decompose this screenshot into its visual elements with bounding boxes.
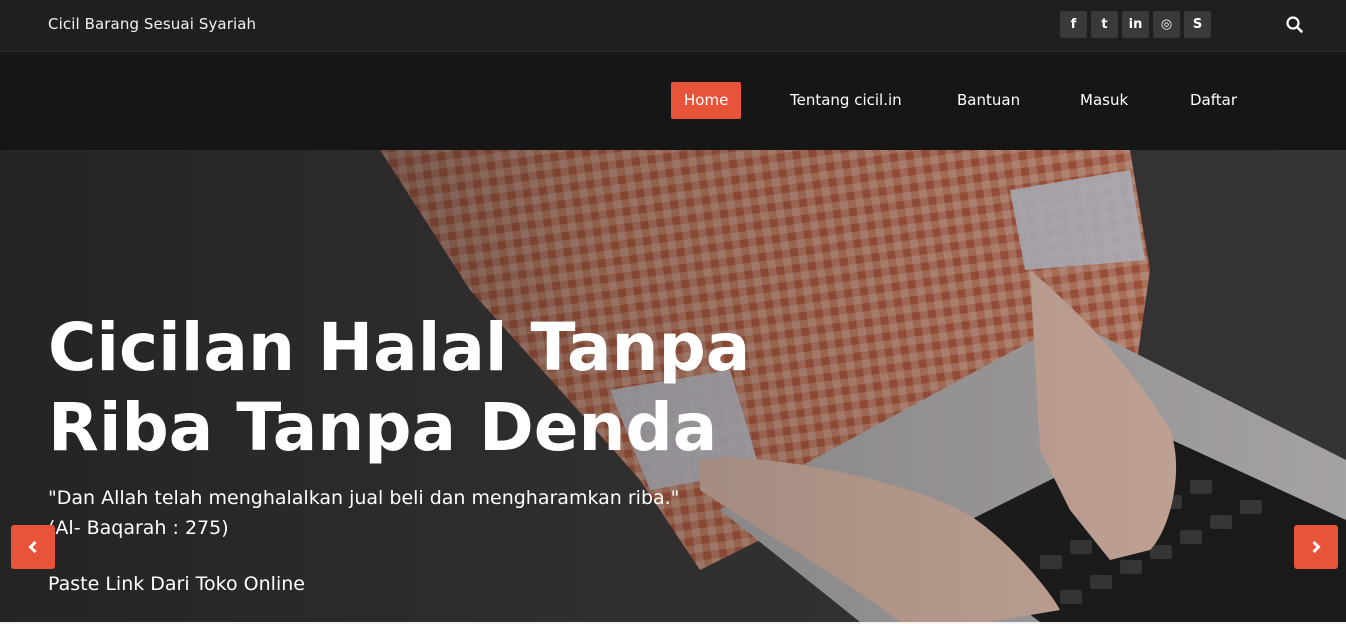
hero-quote: "Dan Allah telah menghalalkan jual beli … — [48, 483, 679, 543]
social-links: f t in ◎ S — [1060, 11, 1211, 38]
chevron-left-icon — [28, 540, 37, 554]
paste-link-label[interactable]: Paste Link Dari Toko Online — [48, 573, 305, 595]
nav-item-bantuan[interactable]: Bantuan — [957, 82, 1020, 119]
hero-quote-source: (Al- Baqarah : 275) — [48, 517, 229, 539]
hero-slider: Cicilan Halal Tanpa Riba Tanpa Denda "Da… — [0, 150, 1346, 622]
facebook-icon[interactable]: f — [1060, 11, 1087, 38]
slider-next-button[interactable] — [1294, 525, 1338, 569]
hero-title: Cicilan Halal Tanpa Riba Tanpa Denda — [48, 308, 808, 468]
top-bar: Cicil Barang Sesuai Syariah f t in ◎ S — [0, 0, 1346, 52]
skype-icon[interactable]: S — [1184, 11, 1211, 38]
hero-title-line-2: Riba Tanpa Denda — [48, 389, 718, 466]
hero-title-line-1: Cicilan Halal Tanpa — [48, 309, 751, 386]
nav-item-masuk[interactable]: Masuk — [1080, 82, 1128, 119]
site-tagline: Cicil Barang Sesuai Syariah — [48, 15, 257, 33]
nav-item-tentang[interactable]: Tentang cicil.in — [790, 82, 902, 119]
hero-quote-text: "Dan Allah telah menghalalkan jual beli … — [48, 487, 680, 509]
slider-prev-button[interactable] — [11, 525, 55, 569]
twitter-icon[interactable]: t — [1091, 11, 1118, 38]
nav-item-home[interactable]: Home — [671, 82, 742, 119]
chevron-right-icon — [1312, 540, 1321, 554]
linkedin-icon[interactable]: in — [1122, 11, 1149, 38]
dribbble-icon[interactable]: ◎ — [1153, 11, 1180, 38]
main-navbar: Home Tentang cicil.in Bantuan Masuk Daft… — [0, 52, 1346, 150]
search-icon[interactable] — [1284, 14, 1306, 36]
nav-item-daftar[interactable]: Daftar — [1190, 82, 1237, 119]
